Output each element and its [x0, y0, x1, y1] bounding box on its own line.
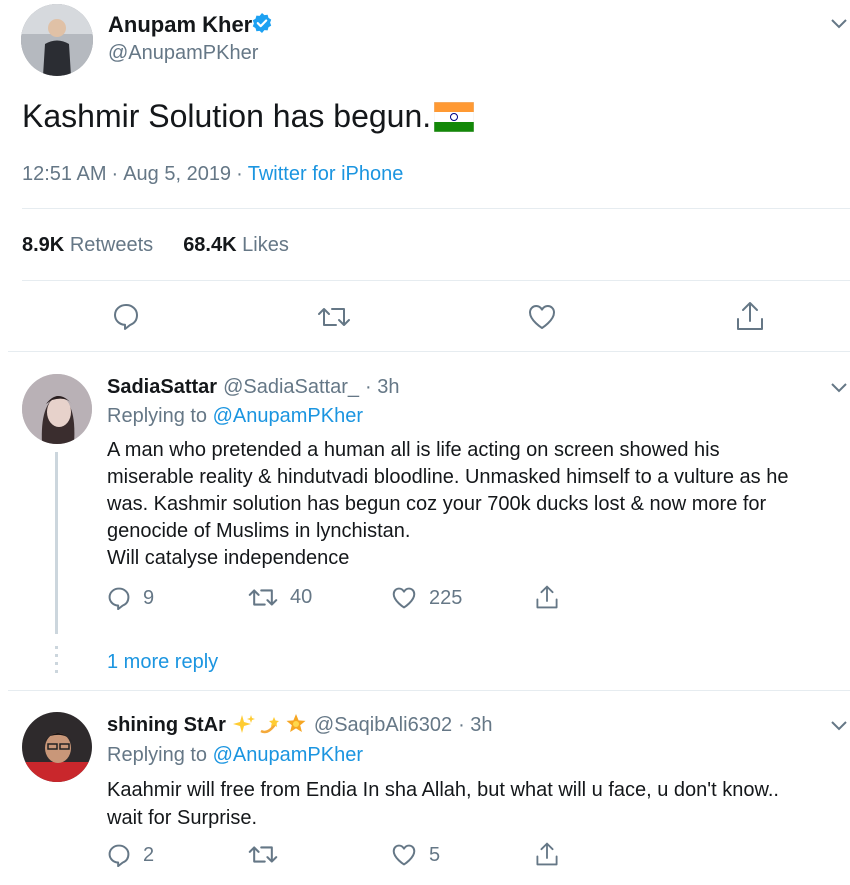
replying-to-label: Replying to [107, 744, 208, 766]
reply-text-line: genocide of Muslims in lynchistan. [107, 520, 411, 542]
chevron-down-icon[interactable] [830, 720, 848, 732]
tweet-text: Kashmir Solution has begun. [22, 98, 432, 134]
likes-label: Likes [242, 234, 289, 256]
like-icon [391, 843, 417, 867]
verified-badge-icon [251, 12, 273, 34]
divider [22, 280, 850, 281]
reply-count: 9 [143, 586, 155, 609]
tweet-source-link[interactable]: Twitter for iPhone [248, 163, 404, 186]
reply-action-reply[interactable]: 2 [107, 843, 154, 867]
tweet-text-row: Kashmir Solution has begun. [22, 98, 475, 135]
reply-action-like[interactable]: 225 [391, 586, 462, 610]
reply-text-line: miserable reality & hindutvadi bloodline… [107, 466, 789, 488]
reply-text-line: was. Kashmir solution has begun coz your… [107, 493, 767, 515]
reply-text: Kaahmir will free from Endia In sha Alla… [107, 776, 779, 832]
thread-line [55, 452, 58, 634]
reply-text-line: Will catalyse independence [107, 547, 350, 569]
dizzy-emoji [260, 717, 279, 734]
replying-to-label: Replying to [107, 405, 208, 427]
reply-author-handle[interactable]: @SaqibAli6302 [314, 714, 452, 737]
reply-time[interactable]: · 3h [458, 714, 492, 737]
divider [8, 690, 850, 691]
reply-icon[interactable] [112, 302, 140, 330]
chevron-down-icon[interactable] [830, 382, 848, 394]
reply-time[interactable]: · 3h [365, 376, 399, 399]
tweet-date[interactable]: Aug 5, 2019 [123, 163, 231, 186]
replying-to: Replying to @AnupamPKher [107, 744, 363, 767]
chevron-down-icon[interactable] [830, 18, 848, 30]
reply-action-retweet[interactable] [248, 843, 290, 866]
retweets-count: 8.9K [22, 234, 65, 256]
retweet-icon [248, 586, 278, 609]
like-count: 5 [429, 843, 441, 866]
share-icon[interactable] [735, 300, 765, 332]
tweet-stats: 8.9K Retweets 68.4K Likes [22, 234, 289, 257]
name-emojis [232, 713, 308, 737]
thread-dots [55, 646, 58, 674]
sparkles-emoji [232, 715, 255, 733]
reply-action-reply[interactable]: 9 [107, 586, 154, 610]
reply-action-retweet[interactable]: 40 [248, 586, 312, 609]
reply-author-handle[interactable]: @SadiaSattar_ [223, 376, 359, 399]
reply-author-name[interactable]: SadiaSattar [107, 376, 217, 399]
replying-to: Replying to @AnupamPKher [107, 405, 363, 428]
author-avatar[interactable] [21, 4, 93, 76]
like-icon[interactable] [527, 303, 557, 331]
reply-avatar[interactable] [22, 374, 92, 444]
tweet-time[interactable]: 12:51 AM [22, 163, 107, 186]
like-count: 225 [429, 586, 463, 609]
reply-icon [107, 843, 131, 867]
author-name[interactable]: Anupam Kher [108, 12, 252, 38]
reply-header: shining StAr @SaqibAli6302 · 3h [107, 713, 493, 737]
retweets-stat[interactable]: 8.9K Retweets [22, 234, 153, 257]
divider [22, 208, 850, 209]
india-flag-icon [434, 101, 475, 132]
tweet-meta: 12:51 AM · Aug 5, 2019 · Twitter for iPh… [22, 163, 403, 186]
retweets-label: Retweets [69, 234, 154, 256]
reply-text: A man who pretended a human all is life … [107, 437, 788, 572]
retweet-icon [248, 843, 278, 866]
reply-count: 2 [143, 843, 155, 866]
like-icon [391, 586, 417, 610]
meta-separator: · [236, 163, 243, 185]
divider [8, 351, 850, 352]
retweet-icon[interactable] [317, 304, 351, 330]
reply-text-line: wait for Surprise. [107, 807, 258, 829]
share-icon[interactable] [535, 584, 559, 610]
reply-author-name[interactable]: shining StAr [107, 714, 226, 737]
meta-separator: · [111, 163, 119, 185]
likes-stat[interactable]: 68.4K Likes [183, 234, 289, 257]
reply-text-line: A man who pretended a human all is life … [107, 439, 720, 461]
author-handle[interactable]: @AnupamPKher [108, 42, 258, 65]
likes-count: 68.4K [183, 234, 237, 256]
reply-icon [107, 586, 131, 610]
star-emoji [286, 714, 306, 732]
reply-action-like[interactable]: 5 [391, 843, 440, 867]
replying-to-link[interactable]: @AnupamPKher [213, 405, 363, 427]
more-replies-link[interactable]: 1 more reply [107, 651, 218, 674]
reply-header: SadiaSattar @SadiaSattar_ · 3h [107, 376, 399, 399]
reply-avatar[interactable] [22, 712, 92, 782]
replying-to-link[interactable]: @AnupamPKher [213, 744, 363, 766]
reply-text-line: Kaahmir will free from Endia In sha Alla… [107, 779, 779, 801]
retweet-count: 40 [290, 586, 313, 608]
share-icon[interactable] [535, 841, 559, 867]
